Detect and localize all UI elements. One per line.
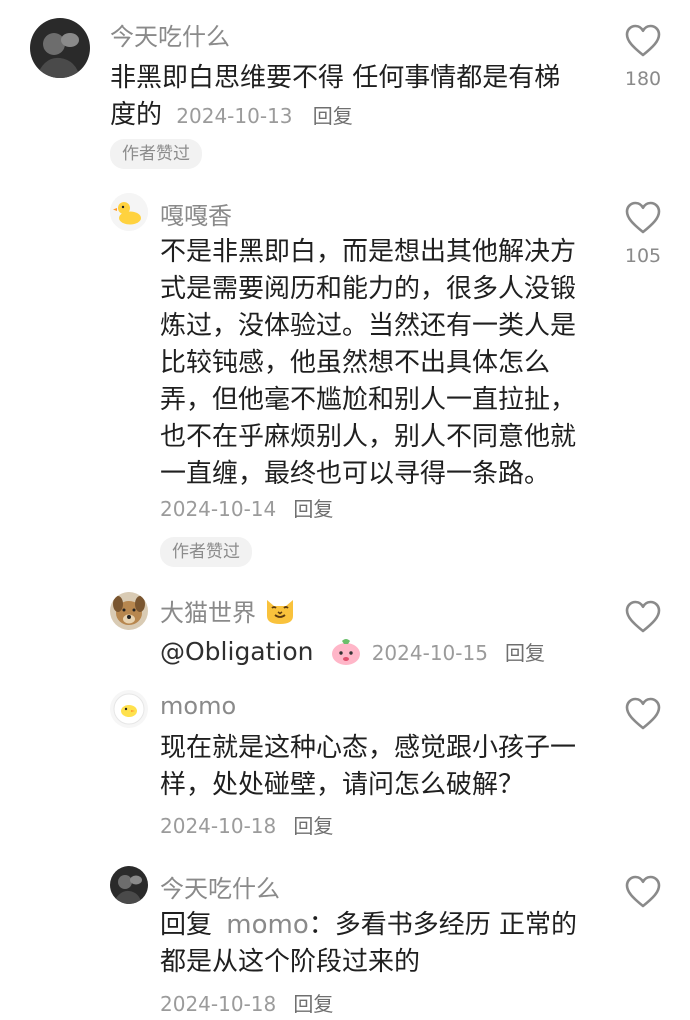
like-button[interactable]: [625, 875, 661, 913]
author-liked-badge: 作者赞过: [110, 139, 202, 169]
cat-face-emoji-icon: [266, 600, 293, 624]
comment-text: 非黑即白思维要不得 任何事情都是有梯 度的 2024-10-13 回复: [110, 63, 561, 130]
user-avatar[interactable]: [110, 592, 148, 630]
user-avatar[interactable]: [110, 866, 148, 904]
dog-avatar-icon: [110, 592, 148, 630]
comment-text: 不是非黑即白，而是想出其他解决方 式是需要阅历和能力的，很多人没锻 炼过，没体验…: [160, 237, 577, 489]
heart-icon: [625, 697, 661, 730]
comment-date: 2024-10-18: [160, 992, 277, 1016]
comment-username[interactable]: 嘎嘎香: [160, 196, 232, 231]
comment-text: @Obligation 2024-10-15 回复: [160, 635, 545, 667]
heart-icon: [625, 875, 661, 908]
comment-meta: 2024-10-14 回复: [160, 493, 333, 522]
heart-icon: [625, 24, 661, 57]
reply-prefix: 回复: [160, 910, 213, 940]
reply-to-user[interactable]: momo: [226, 910, 308, 940]
chick-avatar-icon: [110, 690, 148, 728]
reply-button[interactable]: 回复: [293, 814, 333, 838]
comment-username[interactable]: 大猫世界: [160, 593, 296, 628]
comment-username[interactable]: 今天吃什么: [110, 17, 230, 52]
like-button[interactable]: [625, 24, 661, 62]
user-avatar[interactable]: [110, 690, 148, 728]
like-count: 105: [624, 245, 662, 267]
comment-date: 2024-10-13: [176, 104, 293, 128]
user-avatar[interactable]: [30, 18, 90, 78]
comment-date: 2024-10-18: [160, 814, 277, 838]
like-button[interactable]: [625, 600, 661, 638]
portrait-avatar-icon: [30, 18, 90, 78]
heart-icon: [625, 600, 661, 633]
comment-meta: 2024-10-18 回复: [160, 988, 333, 1017]
duck-avatar-icon: [110, 193, 148, 231]
comment-username[interactable]: 今天吃什么: [160, 869, 280, 904]
pink-bun-sticker-icon: [331, 639, 360, 665]
like-button[interactable]: [625, 697, 661, 735]
user-avatar[interactable]: [110, 193, 148, 231]
like-count: 180: [624, 68, 662, 90]
portrait-avatar-icon: [110, 866, 148, 904]
reply-button[interactable]: 回复: [293, 497, 333, 521]
author-liked-badge: 作者赞过: [160, 537, 252, 567]
reply-button[interactable]: 回复: [505, 641, 545, 665]
like-button[interactable]: [625, 201, 661, 239]
heart-icon: [625, 201, 661, 234]
comment-username[interactable]: momo: [160, 692, 236, 720]
comment-meta: 2024-10-18 回复: [160, 810, 333, 839]
comment-text: 回复 momo：多看书多经历 正常的 都是从这个阶段过来的: [160, 910, 578, 977]
reply-button[interactable]: 回复: [293, 992, 333, 1016]
comment-text: 现在就是这种心态，感觉跟小孩子一 样，处处碰壁，请问怎么破解？: [160, 733, 577, 800]
reply-button[interactable]: 回复: [313, 104, 353, 128]
comment-date: 2024-10-15: [371, 641, 488, 665]
comment-date: 2024-10-14: [160, 497, 277, 521]
mention-link[interactable]: @Obligation: [160, 637, 314, 666]
